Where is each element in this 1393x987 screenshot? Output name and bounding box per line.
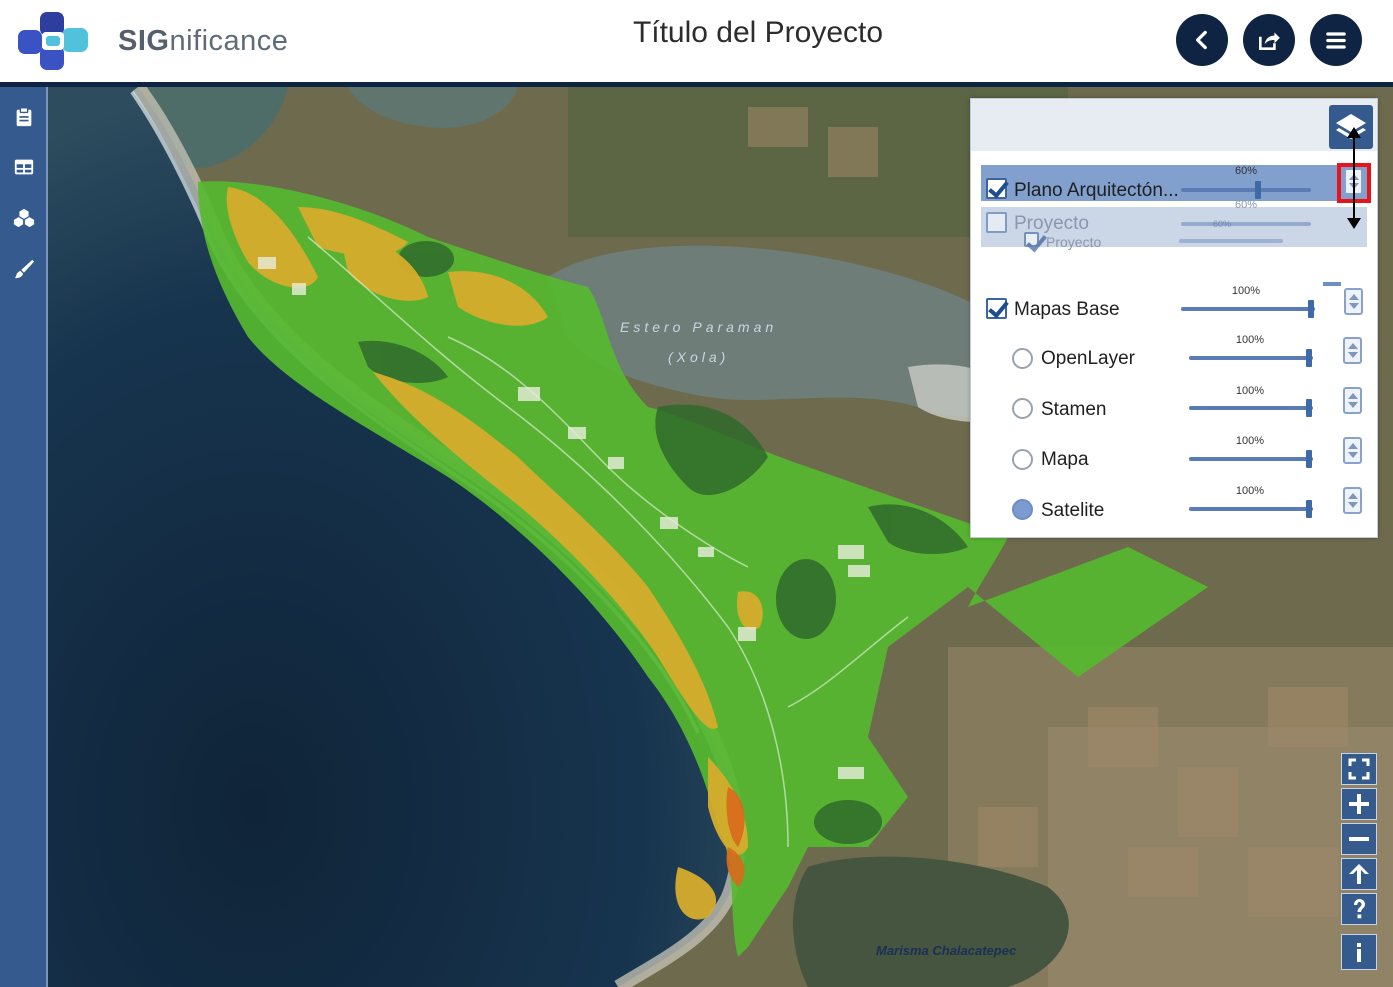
share-button[interactable] [1243, 14, 1295, 66]
openlayer-radio[interactable] [1012, 348, 1033, 369]
share-icon [1259, 32, 1280, 50]
openlayer-reorder-handle[interactable] [1343, 337, 1362, 364]
openlayer-label: OpenLayer [1041, 348, 1136, 369]
chevron-left-icon [1196, 30, 1207, 50]
proyecto-ghost-slider [1181, 222, 1311, 226]
info-icon [1357, 943, 1361, 962]
openlayer-opacity-slider[interactable] [1189, 356, 1313, 360]
drop-indicator [1323, 282, 1341, 286]
plano-opacity-handle[interactable] [1255, 181, 1261, 199]
mapa-opacity-slider[interactable] [1189, 457, 1313, 461]
plano-opacity-slider[interactable] [1181, 188, 1311, 192]
satelite-opacity-slider[interactable] [1189, 507, 1313, 511]
mapas-base-opacity-handle[interactable] [1308, 300, 1314, 318]
page-title: Título del Proyecto [632, 16, 884, 49]
app-header: SIGnificance Título del Proyecto [0, 0, 1393, 82]
satelite-label: Satelite [1041, 500, 1105, 521]
plus-icon [1349, 794, 1369, 814]
openlayer-opacity-label: 100% [1235, 334, 1265, 346]
mapa-reorder-handle[interactable] [1343, 437, 1362, 464]
proyecto-ghost-checkbox [986, 212, 1007, 233]
help-button[interactable] [1341, 893, 1377, 925]
proyecto-ghost-sub-label: Proyecto [1046, 234, 1102, 250]
mapa-radio[interactable] [1012, 449, 1033, 470]
satelite-reorder-handle[interactable] [1343, 487, 1362, 514]
left-toolbar [0, 87, 48, 987]
fullscreen-button[interactable] [1341, 753, 1377, 785]
zoom-out-button[interactable] [1341, 823, 1377, 855]
proyecto-ghost-sub-slider [1179, 239, 1283, 243]
plano-layer-label: Plano Arquitectón... [1014, 180, 1179, 201]
map-label-xola: (Xola) [668, 349, 730, 365]
stamen-radio[interactable] [1012, 398, 1033, 419]
brand-name: SIGnificance [118, 25, 289, 57]
layers-panel: Plano Arquitectón... 60% Proyecto 60% Pr… [970, 98, 1378, 538]
openlayer-opacity-handle[interactable] [1306, 349, 1312, 367]
significance-logo [18, 12, 88, 70]
stamen-opacity-handle[interactable] [1306, 399, 1312, 417]
plano-opacity-label: 60% [1234, 165, 1258, 177]
mapas-base-reorder-handle[interactable] [1344, 288, 1363, 315]
layers-panel-header [971, 99, 1377, 151]
paintbrush-icon [14, 259, 35, 279]
stamen-opacity-slider[interactable] [1189, 406, 1313, 410]
proyecto-ghost-opacity: 60% [1234, 199, 1258, 211]
back-button[interactable] [1176, 14, 1228, 66]
zoom-in-button[interactable] [1341, 788, 1377, 820]
mapas-base-checkbox[interactable] [986, 298, 1007, 319]
map-label-estero: Estero Paraman [620, 319, 778, 335]
satelite-opacity-label: 100% [1235, 485, 1265, 497]
mapa-opacity-label: 100% [1235, 435, 1265, 447]
reset-north-button[interactable] [1341, 858, 1377, 890]
paintbrush-button[interactable] [10, 255, 38, 283]
mapas-base-label: Mapas Base [1014, 299, 1120, 320]
stamen-reorder-handle[interactable] [1343, 387, 1362, 414]
hamburger-menu-icon [1326, 32, 1346, 49]
mapa-label: Mapa [1041, 449, 1089, 470]
proyecto-ghost-sub-checkbox [1024, 232, 1039, 247]
double-arrow-icon [1347, 127, 1361, 229]
mapas-base-opacity-label: 100% [1231, 285, 1261, 297]
clipboard-button[interactable] [10, 103, 38, 131]
mapa-opacity-handle[interactable] [1306, 450, 1312, 468]
info-button[interactable] [1341, 934, 1377, 970]
clipboard-icon [16, 107, 32, 127]
table-button[interactable] [10, 153, 38, 181]
map-label-marisma: Marisma Chalacatepec [876, 943, 1017, 958]
menu-button[interactable] [1310, 14, 1362, 66]
plano-checkbox[interactable] [986, 178, 1007, 199]
fullscreen-icon [1348, 758, 1370, 780]
table-icon [14, 159, 34, 175]
minus-icon [1349, 837, 1369, 841]
arrow-up-icon [1349, 864, 1369, 884]
question-icon [1354, 899, 1365, 919]
cubes-icon [13, 208, 35, 228]
stamen-opacity-label: 100% [1235, 385, 1265, 397]
satelite-opacity-handle[interactable] [1306, 500, 1312, 518]
stamen-label: Stamen [1041, 399, 1107, 420]
satelite-radio[interactable] [1012, 499, 1033, 520]
mapas-base-opacity-slider[interactable] [1181, 307, 1315, 311]
cubes-button[interactable] [10, 204, 38, 232]
